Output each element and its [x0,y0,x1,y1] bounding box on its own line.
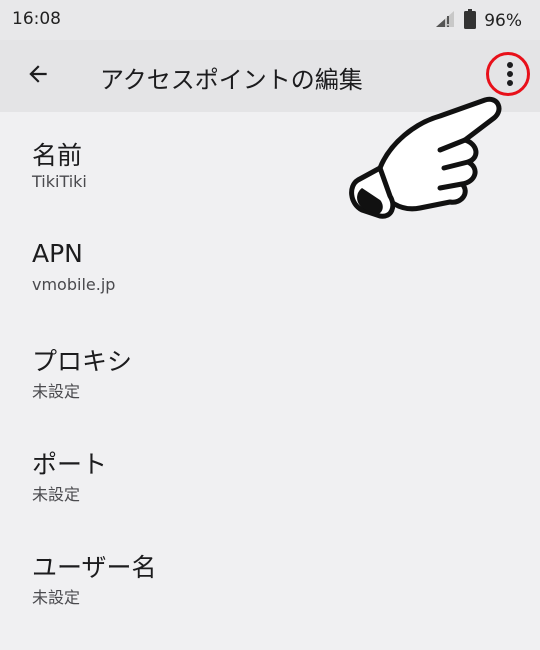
more-options-button[interactable] [486,52,534,100]
setting-value: 未設定 [32,588,81,607]
setting-name[interactable]: 名前 TikiTiki [0,112,540,215]
back-button[interactable] [18,56,58,96]
setting-value: 未設定 [32,485,81,504]
setting-value: vmobile.jp [32,275,116,294]
more-vert-icon [506,61,514,91]
battery-percent: 96% [484,11,522,31]
status-bar: 16:08 96% [0,0,540,40]
battery-icon [464,9,477,33]
setting-title: ポート [32,450,108,479]
setting-username[interactable]: ユーザー名 未設定 [0,524,540,627]
setting-title: プロキシ [32,347,133,376]
setting-proxy[interactable]: プロキシ 未設定 [0,318,540,421]
arrow-left-icon [25,61,51,91]
signal-icon [434,10,456,32]
setting-port[interactable]: ポート 未設定 [0,421,540,524]
page-title: アクセスポイントの編集 [100,66,363,94]
status-time: 16:08 [12,9,61,29]
setting-value: TikiTiki [32,172,87,191]
setting-title: ユーザー名 [32,553,157,582]
setting-title: 名前 [32,141,83,170]
setting-value: 未設定 [32,382,81,401]
status-icons: 96% [434,9,522,33]
setting-title: APN [32,239,83,268]
app-bar: アクセスポイントの編集 [0,40,540,112]
setting-apn[interactable]: APN vmobile.jp [0,215,540,318]
settings-list: 名前 TikiTiki APN vmobile.jp プロキシ 未設定 ポート … [0,112,540,627]
